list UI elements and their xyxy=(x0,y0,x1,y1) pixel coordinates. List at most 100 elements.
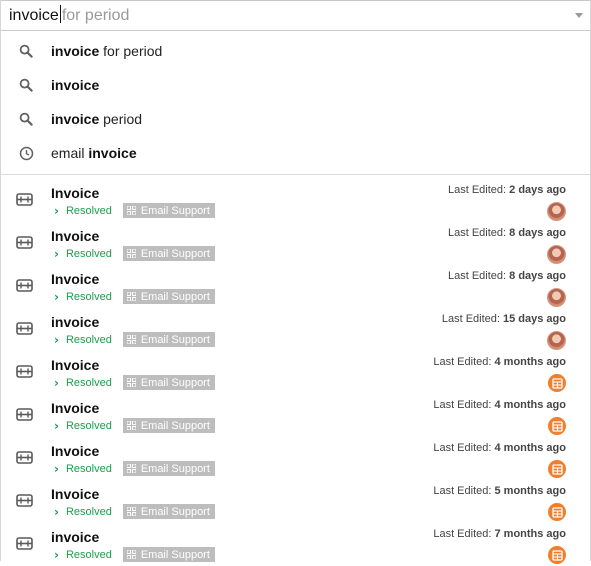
search-input[interactable]: invoice for period xyxy=(1,0,590,31)
last-edited-value: 2 days ago xyxy=(509,184,566,196)
org-avatar-icon xyxy=(548,503,566,521)
result-title: invoice xyxy=(51,529,100,545)
status-label: Resolved xyxy=(65,419,112,432)
search-suggestion-item[interactable]: invoice for period xyxy=(1,34,590,68)
category-tag-label: Email Support xyxy=(140,548,210,561)
result-item[interactable]: Invoice › Resolved Email Support Last Edited… xyxy=(1,480,590,523)
last-edited-value: 7 months ago xyxy=(494,528,566,540)
last-edited-value: 8 days ago xyxy=(509,270,566,282)
grid-icon xyxy=(126,507,141,516)
category-tag: Email Support xyxy=(122,461,215,476)
search-text: invoice for period xyxy=(1,1,129,30)
result-item[interactable]: Invoice › Resolved Email Support Last Edited… xyxy=(1,437,590,480)
search-icon xyxy=(1,112,51,126)
suggestion-text: invoice xyxy=(51,77,99,93)
user-avatar xyxy=(547,288,566,307)
result-item[interactable]: invoice › Resolved Email Support Last Edited… xyxy=(1,523,590,566)
result-title: Invoice xyxy=(51,228,100,244)
category-tag: Email Support xyxy=(122,547,215,562)
ticket-icon xyxy=(16,236,33,254)
last-edited: Last Edited: 2 days ago xyxy=(448,184,566,196)
grid-icon xyxy=(126,421,141,430)
last-edited-label: Last Edited: xyxy=(433,528,492,540)
result-meta: › Resolved Email Support xyxy=(54,203,215,218)
grid-icon xyxy=(126,378,141,387)
org-avatar-icon xyxy=(548,374,566,392)
last-edited-label: Last Edited: xyxy=(433,442,492,454)
last-edited-label: Last Edited: xyxy=(447,227,507,239)
last-edited-label: Last Edited: xyxy=(441,313,500,325)
last-edited-value: 15 days ago xyxy=(503,313,566,325)
ticket-icon xyxy=(16,537,33,555)
result-title: Invoice xyxy=(51,185,100,201)
user-avatar xyxy=(547,245,566,264)
suggestion-extra-text: for period xyxy=(99,43,163,59)
last-edited: Last Edited: 4 months ago xyxy=(433,399,566,411)
chevron-right-icon: › xyxy=(54,203,59,218)
result-meta: › Resolved Email Support xyxy=(54,418,215,433)
chevron-right-icon: › xyxy=(54,289,59,304)
last-edited: Last Edited: 8 days ago xyxy=(448,227,566,239)
last-edited-label: Last Edited: xyxy=(433,356,492,368)
suggestion-match-text: invoice xyxy=(51,43,100,59)
category-tag: Email Support xyxy=(122,289,215,304)
status-label: Resolved xyxy=(65,290,112,303)
category-tag: Email Support xyxy=(122,418,215,433)
search-dropdown: invoice for period invoice for period invo… xyxy=(0,0,591,564)
last-edited-label: Last Edited: xyxy=(447,184,507,196)
suggestion-match-text: invoice xyxy=(51,77,100,93)
search-suggestion-item[interactable]: invoice xyxy=(1,68,590,102)
org-avatar-icon xyxy=(548,460,566,478)
ticket-icon xyxy=(16,193,33,211)
last-edited-value: 4 months ago xyxy=(494,356,566,368)
suggestion-list: invoice for period invoice invoice period e… xyxy=(1,31,590,175)
category-tag-label: Email Support xyxy=(140,333,210,346)
user-avatar xyxy=(547,331,566,350)
ticket-icon xyxy=(16,408,33,426)
result-meta: › Resolved Email Support xyxy=(54,547,215,562)
chevron-right-icon: › xyxy=(54,418,59,433)
result-meta: › Resolved Email Support xyxy=(54,504,215,519)
chevron-down-icon[interactable] xyxy=(575,13,583,18)
result-title: Invoice xyxy=(51,443,100,459)
result-item[interactable]: invoice › Resolved Email Support Last Edited… xyxy=(1,308,590,351)
last-edited: Last Edited: 8 days ago xyxy=(448,270,566,282)
last-edited-value: 8 days ago xyxy=(509,227,566,239)
ticket-icon xyxy=(16,494,33,512)
ticket-icon xyxy=(16,365,33,383)
result-item[interactable]: Invoice › Resolved Email Support Last Edited… xyxy=(1,394,590,437)
suggestion-text: email invoice xyxy=(51,145,137,161)
suggestion-extra-text: email xyxy=(51,145,89,161)
grid-icon xyxy=(126,464,141,473)
result-item[interactable]: Invoice › Resolved Email Support Last Edited… xyxy=(1,179,590,222)
last-edited-value: 5 months ago xyxy=(494,485,566,497)
result-item[interactable]: Invoice › Resolved Email Support Last Edited… xyxy=(1,351,590,394)
search-suggestion-item[interactable]: invoice period xyxy=(1,102,590,136)
status-label: Resolved xyxy=(65,548,112,561)
last-edited-value: 4 months ago xyxy=(494,399,566,411)
last-edited: Last Edited: 4 months ago xyxy=(433,356,566,368)
category-tag-label: Email Support xyxy=(140,419,210,432)
org-avatar-icon xyxy=(548,546,566,564)
chevron-right-icon: › xyxy=(54,246,59,261)
category-tag-label: Email Support xyxy=(140,290,210,303)
status-label: Resolved xyxy=(65,204,112,217)
ticket-icon xyxy=(16,279,33,297)
category-tag-label: Email Support xyxy=(140,247,210,260)
category-tag: Email Support xyxy=(122,332,215,347)
result-title: invoice xyxy=(51,314,100,330)
recent-search-item[interactable]: email invoice xyxy=(1,136,590,170)
last-edited-value: 4 months ago xyxy=(494,442,566,454)
chevron-right-icon: › xyxy=(54,504,59,519)
user-avatar xyxy=(547,202,566,221)
chevron-right-icon: › xyxy=(54,547,59,562)
ticket-icon xyxy=(16,322,33,340)
result-meta: › Resolved Email Support xyxy=(54,246,215,261)
last-edited: Last Edited: 4 months ago xyxy=(433,442,566,454)
suggestion-text: invoice period xyxy=(51,111,142,127)
result-item[interactable]: Invoice › Resolved Email Support Last Edited… xyxy=(1,265,590,308)
chevron-right-icon: › xyxy=(54,375,59,390)
result-meta: › Resolved Email Support xyxy=(54,332,215,347)
status-label: Resolved xyxy=(65,505,112,518)
result-item[interactable]: Invoice › Resolved Email Support Last Edited… xyxy=(1,222,590,265)
